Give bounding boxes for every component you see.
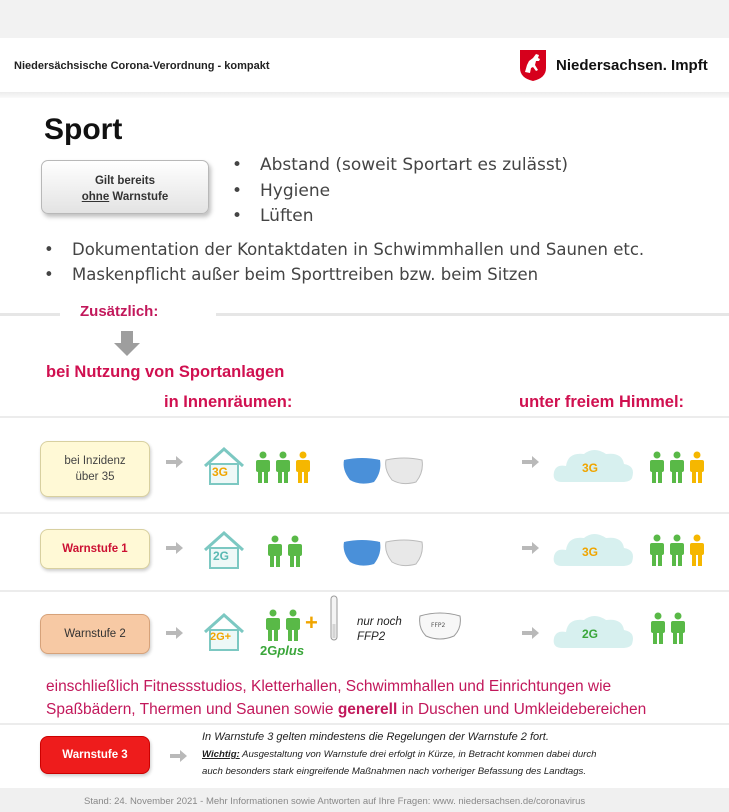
- scope-note-line2: Spaßbädern, Thermen und Saunen sowie gen…: [46, 701, 647, 718]
- level-warnstufe-3: Warnstufe 3: [40, 736, 150, 774]
- frei-heading: unter freiem Himmel:: [519, 393, 685, 411]
- bullet-maskenpflicht: • Maskenpflicht außer beim Sporttreiben b…: [44, 265, 539, 284]
- cloud-label-3g: 3G: [582, 545, 599, 559]
- arrow-right-icon: [166, 456, 183, 468]
- section-title: Sport: [44, 113, 123, 146]
- person-icon: [650, 451, 704, 483]
- ws3-line1: In Warnstufe 3 gelten mindestens die Reg…: [202, 731, 549, 743]
- horse-logo-icon: [520, 50, 546, 81]
- house-label-2gplus: 2G+: [210, 631, 232, 643]
- arrow-down-icon: [114, 331, 140, 356]
- badge-underlined: ohne: [81, 191, 110, 203]
- ffp2-mask-label: FFP2: [431, 622, 446, 629]
- mask-icon: [343, 539, 423, 567]
- top-band: [0, 0, 729, 38]
- person-icon: [256, 451, 310, 483]
- test-swab-icon: [330, 595, 338, 641]
- badge-line2: ohne Warnstufe: [42, 189, 208, 205]
- header-title: Niedersächsische Corona-Verordnung - kom…: [14, 60, 270, 72]
- badge-rest: Warnstufe: [109, 191, 169, 203]
- arrow-right-icon: [166, 627, 183, 639]
- arrow-right-icon: [522, 542, 539, 554]
- cloud-label-2g: 2G: [582, 627, 599, 641]
- scope-note-line1: einschließlich Fitnessstudios, Kletterha…: [46, 678, 612, 695]
- person-icon: [268, 535, 302, 567]
- row-divider: [0, 590, 729, 592]
- house-label-2g: 2G: [213, 549, 230, 563]
- badge-line1: Gilt bereits: [94, 175, 156, 187]
- zusaetzlich-label: Zusätzlich:: [80, 303, 159, 320]
- plus-icon: +: [305, 610, 318, 635]
- person-icon: [651, 612, 685, 644]
- nutzung-heading: bei Nutzung von Sportanlagen: [46, 363, 285, 381]
- footer-text: Stand: 24. November 2021 - Mehr Informat…: [84, 796, 586, 807]
- house-label-3g: 3G: [212, 465, 229, 479]
- arrow-right-icon: [522, 456, 539, 468]
- level-warnstufe-2: Warnstufe 2: [40, 614, 150, 654]
- person-icon: [650, 534, 704, 566]
- arrow-right-icon: [170, 750, 187, 762]
- arrow-right-icon: [522, 627, 539, 639]
- row-divider: [0, 416, 729, 418]
- ws3-line2: Wichtig: Ausgestaltung von Warnstufe dre…: [202, 749, 597, 760]
- row-divider: [0, 512, 729, 514]
- level-inzidenz: bei Inzidenz über 35: [40, 441, 150, 497]
- inzidenz-line2: über 35: [75, 471, 115, 483]
- bullet-abstand: • Abstand (soweit Sportart es zulässt): [232, 155, 569, 175]
- divider: [216, 313, 729, 316]
- ffp2-mask-icon: FFP2: [419, 612, 461, 640]
- warnstufe-3-note: In Warnstufe 3 gelten mindestens die Reg…: [202, 729, 597, 780]
- label-2gplus: 2Gplus: [260, 643, 305, 658]
- header-divider: [0, 92, 729, 98]
- mask-icon: [343, 457, 423, 485]
- ffp2-note: nur noch FFP2: [357, 616, 402, 643]
- inzidenz-line1: bei Inzidenz: [64, 455, 126, 467]
- person-icon: [266, 609, 300, 641]
- divider: [0, 313, 60, 316]
- ws3-line3: auch besonders stark eingreifende Maßnah…: [202, 766, 586, 777]
- scope-note: einschließlich Fitnessstudios, Kletterha…: [46, 675, 729, 721]
- arrow-right-icon: [166, 542, 183, 554]
- bullet-dokumentation: • Dokumentation der Kontaktdaten in Schwi…: [44, 240, 645, 259]
- row-divider: [0, 723, 729, 725]
- bullet-hygiene: • Hygiene: [232, 181, 331, 201]
- innen-heading: in Innenräumen:: [164, 393, 293, 411]
- bullet-lueften: • Lüften: [232, 206, 314, 226]
- cloud-label-3g: 3G: [582, 461, 599, 475]
- scope-badge: Gilt bereits ohne Warnstufe: [41, 160, 209, 214]
- level-warnstufe-1: Warnstufe 1: [40, 529, 150, 569]
- brand-name: Niedersachsen. Impft: [556, 57, 708, 74]
- emphasis-generell: generell: [337, 701, 398, 718]
